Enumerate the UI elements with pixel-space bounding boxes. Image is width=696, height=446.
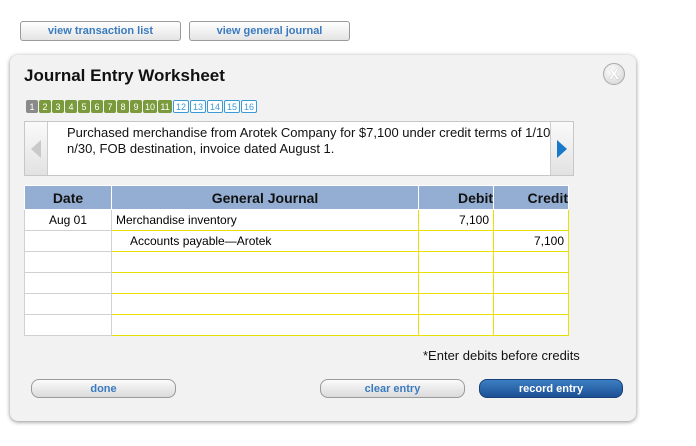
- account-cell[interactable]: Accounts payable—Arotek: [111, 230, 419, 252]
- date-cell[interactable]: [24, 251, 112, 273]
- column-header-credit: Credit: [493, 185, 569, 210]
- step-2[interactable]: 2: [39, 100, 51, 113]
- account-cell[interactable]: [111, 314, 419, 336]
- step-6[interactable]: 6: [91, 100, 103, 113]
- debit-cell[interactable]: [418, 230, 494, 252]
- step-1[interactable]: 1: [26, 100, 38, 113]
- credit-cell[interactable]: [493, 314, 569, 336]
- step-15[interactable]: 15: [224, 100, 240, 113]
- credit-cell[interactable]: [493, 209, 569, 231]
- step-5[interactable]: 5: [78, 100, 90, 113]
- account-cell[interactable]: [111, 251, 419, 273]
- clear-entry-button[interactable]: clear entry: [320, 379, 465, 398]
- table-row: [24, 314, 569, 336]
- transaction-description-box: Purchased merchandise from Arotek Compan…: [24, 121, 574, 176]
- debits-before-credits-note: *Enter debits before credits: [423, 348, 580, 363]
- step-3[interactable]: 3: [52, 100, 64, 113]
- step-16[interactable]: 16: [241, 100, 257, 113]
- step-navigator: 1 2 3 4 5 6 7 8 9 10 11 12 13 14 15 16: [26, 100, 257, 113]
- step-9[interactable]: 9: [130, 100, 142, 113]
- account-cell[interactable]: [111, 293, 419, 315]
- record-entry-button[interactable]: record entry: [479, 379, 623, 398]
- panel-title: Journal Entry Worksheet: [24, 66, 225, 85]
- table-row: Aug 01 Merchandise inventory 7,100: [24, 209, 569, 231]
- table-header-row: Date General Journal Debit Credit: [24, 185, 569, 210]
- journal-entry-table: Date General Journal Debit Credit Aug 01…: [24, 185, 569, 336]
- date-cell[interactable]: [24, 314, 112, 336]
- table-row: [24, 293, 569, 315]
- step-8[interactable]: 8: [117, 100, 129, 113]
- next-transaction-button[interactable]: [550, 122, 573, 175]
- table-row: [24, 251, 569, 273]
- table-row: [24, 272, 569, 294]
- date-cell[interactable]: [24, 293, 112, 315]
- step-7[interactable]: 7: [104, 100, 116, 113]
- column-header-date: Date: [24, 185, 112, 210]
- credit-cell[interactable]: [493, 272, 569, 294]
- transaction-description: Purchased merchandise from Arotek Compan…: [67, 125, 555, 156]
- debit-cell[interactable]: [418, 272, 494, 294]
- step-10[interactable]: 10: [143, 100, 157, 113]
- step-11[interactable]: 11: [158, 100, 172, 113]
- table-row: Accounts payable—Arotek 7,100: [24, 230, 569, 252]
- date-cell[interactable]: [24, 230, 112, 252]
- close-icon[interactable]: X: [603, 63, 625, 85]
- account-cell[interactable]: [111, 272, 419, 294]
- step-4[interactable]: 4: [65, 100, 77, 113]
- credit-cell[interactable]: 7,100: [493, 230, 569, 252]
- credit-cell[interactable]: [493, 293, 569, 315]
- debit-cell[interactable]: [418, 251, 494, 273]
- view-transaction-list-button[interactable]: view transaction list: [20, 21, 181, 41]
- arrow-left-icon: [31, 139, 41, 158]
- credit-cell[interactable]: [493, 251, 569, 273]
- step-12[interactable]: 12: [173, 100, 189, 113]
- journal-entry-worksheet-panel: Journal Entry Worksheet X 1 2 3 4 5 6 7 …: [10, 55, 636, 421]
- debit-cell[interactable]: 7,100: [418, 209, 494, 231]
- column-header-debit: Debit: [418, 185, 494, 210]
- arrow-right-icon: [557, 139, 567, 158]
- step-14[interactable]: 14: [207, 100, 223, 113]
- step-13[interactable]: 13: [190, 100, 206, 113]
- done-button[interactable]: done: [31, 379, 176, 398]
- view-general-journal-button[interactable]: view general journal: [189, 21, 350, 41]
- date-cell[interactable]: Aug 01: [24, 209, 112, 231]
- account-cell[interactable]: Merchandise inventory: [111, 209, 419, 231]
- debit-cell[interactable]: [418, 293, 494, 315]
- previous-transaction-button[interactable]: [25, 122, 48, 175]
- debit-cell[interactable]: [418, 314, 494, 336]
- column-header-general-journal: General Journal: [111, 185, 419, 210]
- date-cell[interactable]: [24, 272, 112, 294]
